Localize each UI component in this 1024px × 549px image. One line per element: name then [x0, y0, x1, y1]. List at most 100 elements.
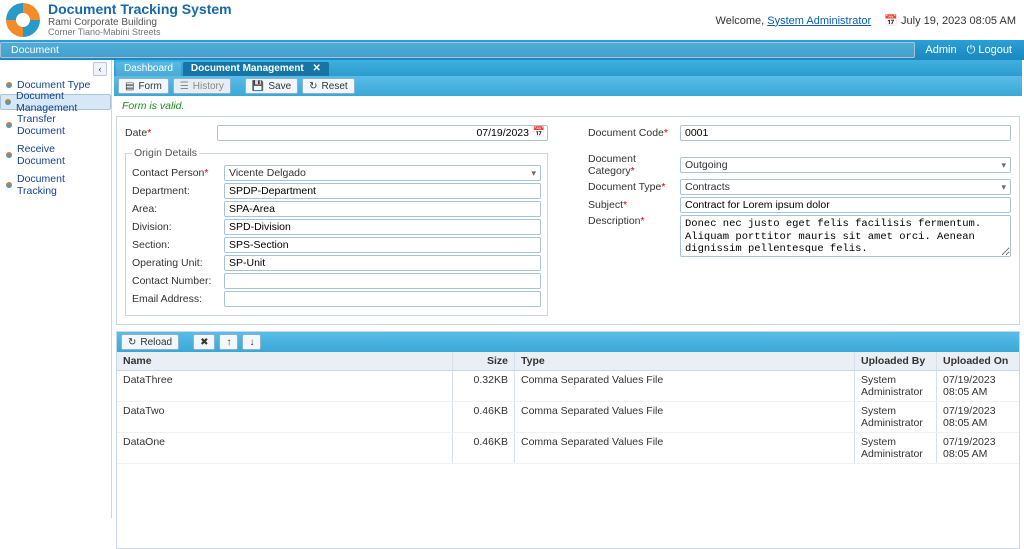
bullet-icon [6, 152, 12, 158]
select-value: Vicente Delgado [229, 167, 306, 179]
cell-size: 0.32KB [453, 371, 515, 401]
department-label: Department: [132, 185, 224, 197]
tab-close-icon[interactable]: ✕ [313, 63, 321, 74]
contact-select[interactable]: Vicente Delgado ▾ [224, 165, 541, 181]
doc-type-select[interactable]: Contracts▾ [680, 179, 1011, 195]
grid-toolbar: ↻Reload ✖ ↑ ↓ [117, 332, 1019, 352]
section-input[interactable] [224, 237, 541, 253]
cell-name: DataTwo [117, 402, 453, 432]
brand-text: Document Tracking System Rami Corporate … [48, 2, 232, 38]
brand-title: Document Tracking System [48, 2, 232, 17]
chevron-down-icon: ▾ [1001, 160, 1006, 171]
col-uploaded-on[interactable]: Uploaded On [937, 352, 1019, 370]
save-button[interactable]: 💾 Save [245, 78, 298, 94]
bullet-icon [5, 99, 11, 105]
arrow-down-icon: ↓ [249, 337, 254, 348]
area-input[interactable] [224, 201, 541, 217]
delete-button[interactable]: ✖ [193, 334, 215, 350]
chevron-down-icon: ▾ [1001, 182, 1006, 193]
date-input[interactable] [217, 125, 548, 141]
table-row[interactable]: DataThree 0.32KB Comma Separated Values … [117, 371, 1019, 402]
col-size[interactable]: Size [453, 352, 515, 370]
col-name[interactable]: Name [117, 352, 453, 370]
cell-type: Comma Separated Values File [515, 402, 855, 432]
form-left-column: Date 📅 Origin Details Contact Person Vic… [125, 123, 548, 316]
reset-button[interactable]: ↻Reset [302, 78, 355, 94]
division-input[interactable] [224, 219, 541, 235]
calendar-icon[interactable]: 📅 [533, 127, 545, 138]
sidebar-item-label: Receive Document [17, 143, 105, 167]
date-label: Date [125, 127, 217, 139]
brand-right: Welcome, System Administrator 📅 July 19,… [716, 14, 1016, 27]
current-user-link[interactable]: System Administrator [767, 15, 871, 27]
sidebar-item-tracking[interactable]: Document Tracking [0, 170, 111, 200]
power-icon: ⏻ [967, 44, 976, 56]
contact-label: Contact Person [132, 167, 224, 179]
sidebar-item-label: Document Tracking [17, 173, 105, 197]
attachments-grid: ↻Reload ✖ ↑ ↓ Name Size Type Uploaded By… [116, 331, 1020, 549]
tabstrip: Dashboard Document Management ✕ [114, 60, 1022, 76]
department-input[interactable] [224, 183, 541, 199]
bullet-icon [6, 182, 12, 188]
grid-header: Name Size Type Uploaded By Uploaded On [117, 352, 1019, 371]
button-label: History [193, 81, 224, 92]
contact-number-label: Contact Number: [132, 275, 224, 287]
operating-unit-input[interactable] [224, 255, 541, 271]
chevron-down-icon: ▾ [531, 168, 536, 179]
description-textarea[interactable] [680, 215, 1011, 257]
cell-size: 0.46KB [453, 402, 515, 432]
move-up-button[interactable]: ↑ [219, 334, 238, 350]
brand-bar: Document Tracking System Rami Corporate … [0, 0, 1024, 40]
form-icon: ▤ [125, 81, 134, 92]
form-status: Form is valid. [114, 96, 1022, 116]
grid-body[interactable]: DataThree 0.32KB Comma Separated Values … [117, 371, 1019, 548]
calendar-icon: 📅 [884, 15, 898, 27]
bullet-icon [6, 122, 12, 128]
form-button[interactable]: ▤ Form [118, 78, 169, 94]
email-input[interactable] [224, 291, 541, 307]
save-icon: 💾 [252, 81, 264, 92]
button-label: Reload [140, 337, 172, 348]
col-type[interactable]: Type [515, 352, 855, 370]
section-label: Section: [132, 239, 224, 251]
sidebar-collapse-button[interactable]: ‹ [93, 62, 107, 76]
tab-document-management[interactable]: Document Management ✕ [183, 62, 329, 76]
move-down-button[interactable]: ↓ [242, 334, 261, 350]
delete-icon: ✖ [200, 337, 208, 348]
arrow-up-icon: ↑ [226, 337, 231, 348]
bullet-icon [6, 82, 12, 88]
sidebar-item-label: Transfer Document [17, 113, 105, 137]
history-button: ☰ History [173, 78, 231, 94]
menu-document[interactable]: Document [0, 42, 915, 58]
sidebar-item-doc-management[interactable]: Document Management [0, 94, 111, 110]
brand-logo [6, 3, 40, 37]
button-label: Form [138, 81, 161, 92]
sidebar-item-receive[interactable]: Receive Document [0, 140, 111, 170]
doc-category-select[interactable]: Outgoing▾ [680, 157, 1011, 173]
logout-button[interactable]: ⏻ Logout [967, 44, 1024, 57]
tab-dashboard[interactable]: Dashboard [116, 62, 181, 76]
contact-number-input[interactable] [224, 273, 541, 289]
sidebar-item-transfer[interactable]: Transfer Document [0, 110, 111, 140]
menu-admin[interactable]: Admin [915, 40, 966, 60]
table-row[interactable]: DataTwo 0.46KB Comma Separated Values Fi… [117, 402, 1019, 433]
table-row[interactable]: DataOne 0.46KB Comma Separated Values Fi… [117, 433, 1019, 464]
doc-type-label: Document Type [588, 181, 680, 193]
button-label: Reset [322, 81, 348, 92]
reload-button[interactable]: ↻Reload [121, 334, 179, 350]
cell-type: Comma Separated Values File [515, 433, 855, 463]
form-right-column: Document Code Document Category Outgoing… [588, 123, 1011, 316]
subject-label: Subject [588, 199, 680, 211]
cell-upon: 07/19/2023 08:05 AM [937, 402, 1019, 432]
doc-code-input[interactable] [680, 125, 1011, 141]
cell-name: DataOne [117, 433, 453, 463]
button-label: Save [268, 81, 291, 92]
col-uploaded-by[interactable]: Uploaded By [855, 352, 937, 370]
subject-input[interactable] [680, 197, 1011, 213]
area-label: Area: [132, 203, 224, 215]
doc-category-label: Document Category [588, 153, 680, 177]
brand-address: Corner Tiano-Mabini Streets [48, 28, 232, 38]
division-label: Division: [132, 221, 224, 233]
cell-name: DataThree [117, 371, 453, 401]
list-icon: ☰ [180, 81, 189, 92]
